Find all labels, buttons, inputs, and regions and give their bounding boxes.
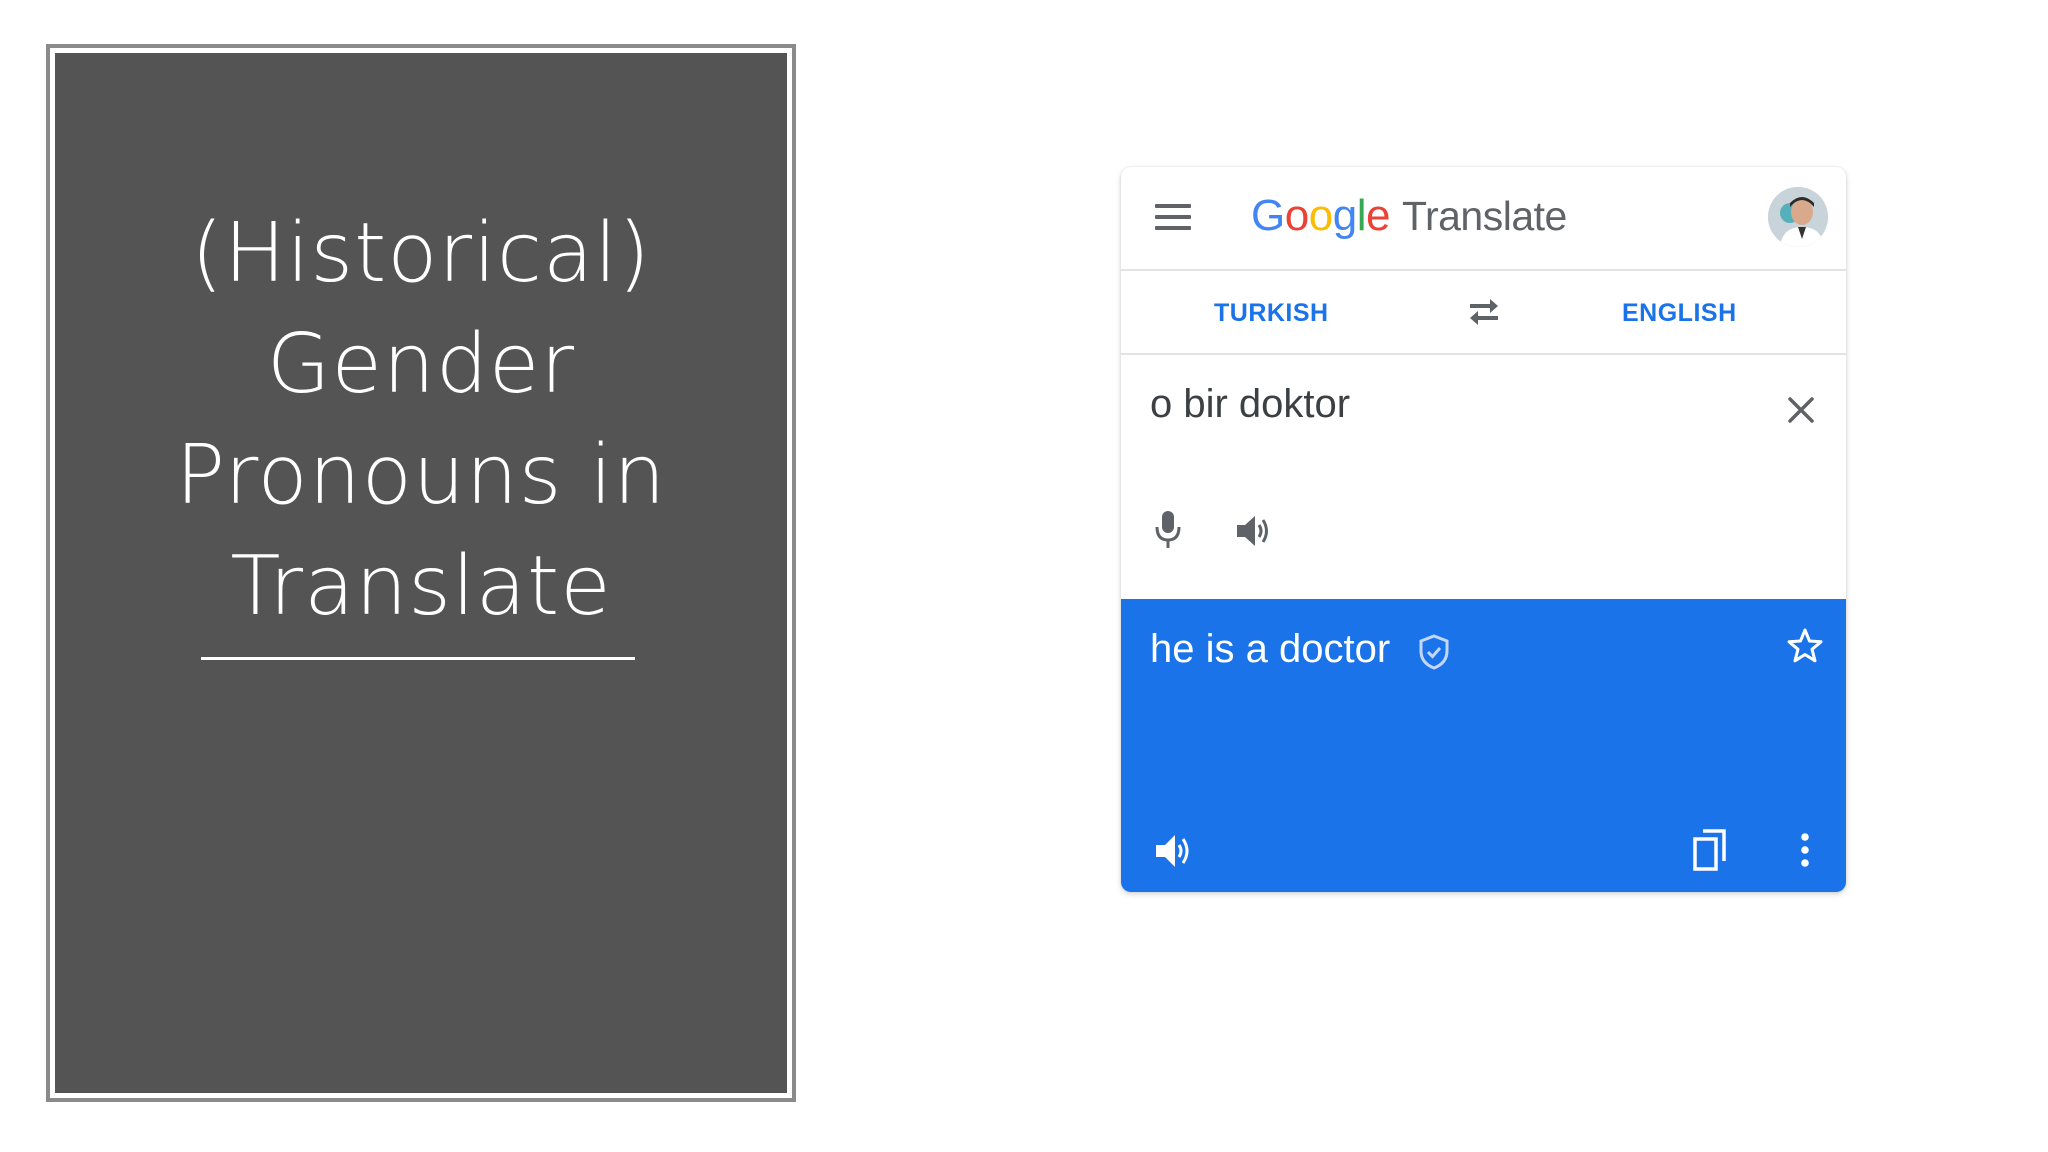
language-bar: TURKISH ENGLISH	[1121, 271, 1846, 355]
swap-languages-icon[interactable]	[1464, 296, 1504, 328]
slide: (Historical) Gender Pronouns in Translat…	[0, 0, 2048, 1152]
source-language-button[interactable]: TURKISH	[1214, 299, 1329, 328]
google-wordmark: Google	[1251, 191, 1390, 240]
app-logo: Google Translate	[1251, 191, 1567, 241]
title-line-4: Translate	[230, 539, 612, 634]
microphone-icon[interactable]	[1153, 509, 1183, 551]
close-icon[interactable]	[1786, 395, 1816, 425]
title-line-1: (Historical)	[190, 206, 652, 301]
app-header: Google Translate	[1121, 167, 1846, 271]
verified-shield-icon[interactable]	[1417, 633, 1451, 671]
title-line-2: Gender	[266, 317, 576, 412]
speaker-icon[interactable]	[1153, 832, 1193, 870]
source-input-area[interactable]: o bir doktor	[1121, 355, 1846, 599]
translated-text: he is a doctor	[1150, 627, 1391, 671]
title-divider	[201, 657, 635, 660]
slide-title: (Historical) Gender Pronouns in Translat…	[55, 198, 787, 642]
product-name: Translate	[1401, 193, 1567, 239]
title-panel-background: (Historical) Gender Pronouns in Translat…	[55, 53, 787, 1093]
copy-icon[interactable]	[1691, 828, 1729, 872]
speaker-icon[interactable]	[1234, 513, 1272, 549]
title-panel: (Historical) Gender Pronouns in Translat…	[46, 44, 796, 1102]
target-language-button[interactable]: ENGLISH	[1622, 299, 1737, 328]
more-vert-icon[interactable]	[1800, 832, 1810, 868]
title-line-3: Pronouns in	[175, 428, 667, 523]
source-text[interactable]: o bir doktor	[1150, 382, 1350, 427]
avatar[interactable]	[1768, 187, 1828, 247]
google-translate-screenshot: Google Translate TURKISH ENGLISH o bir d…	[1121, 167, 1846, 892]
menu-icon[interactable]	[1155, 204, 1191, 232]
translation-output-area: he is a doctor	[1121, 599, 1846, 892]
star-icon[interactable]	[1786, 627, 1824, 665]
